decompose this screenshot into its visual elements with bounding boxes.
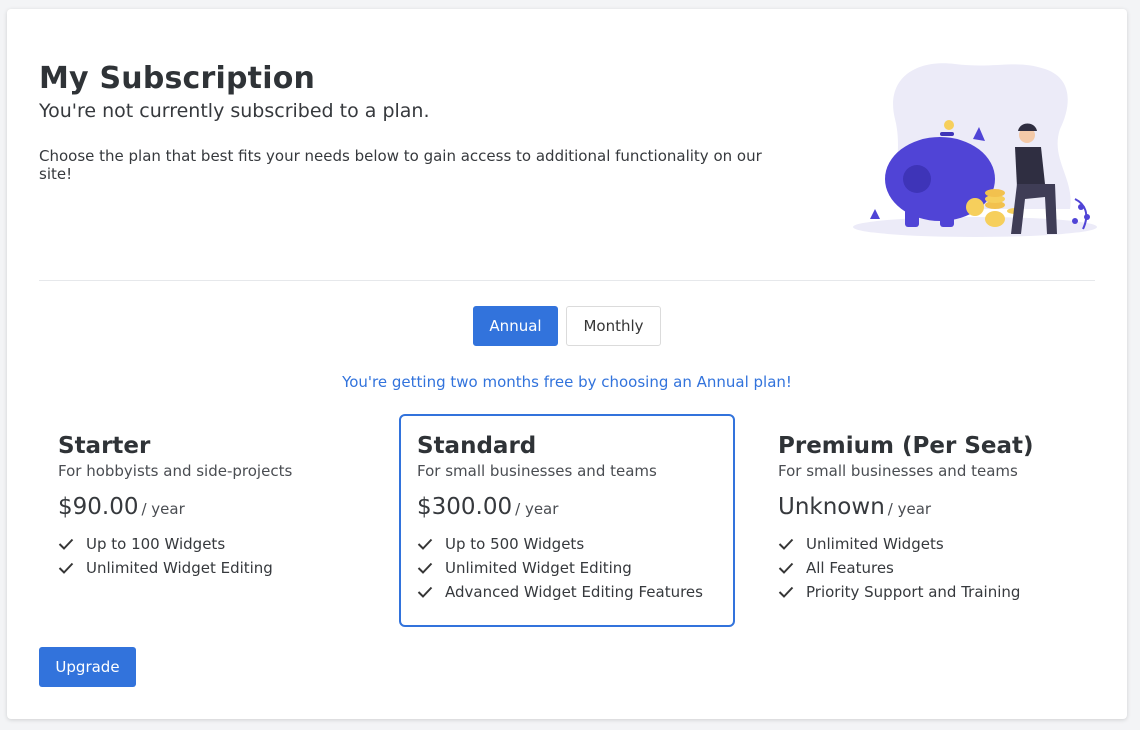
plan-name: Starter xyxy=(58,433,151,459)
feature-item: All Features xyxy=(778,556,1078,580)
header: My Subscription You're not currently sub… xyxy=(39,61,799,183)
feature-label: Advanced Widget Editing Features xyxy=(445,583,703,601)
feature-item: Unlimited Widgets xyxy=(778,532,1078,556)
subscription-status: You're not currently subscribed to a pla… xyxy=(39,100,430,122)
plan-name: Standard xyxy=(417,433,537,459)
feature-item: Priority Support and Training xyxy=(778,580,1078,604)
check-icon xyxy=(778,562,806,574)
plan-period: / year xyxy=(141,500,185,518)
plan-price: $300.00 xyxy=(417,494,513,520)
plan-price: Unknown xyxy=(778,494,885,520)
feature-list: Up to 100 Widgets Unlimited Widget Editi… xyxy=(58,532,358,580)
plan-card-starter[interactable]: Starter For hobbyists and side-projects … xyxy=(40,414,376,627)
plan-period: / year xyxy=(887,500,932,518)
check-icon xyxy=(778,538,806,550)
feature-list: Unlimited Widgets All Features Priority … xyxy=(778,532,1078,604)
price-row: $90.00 / year xyxy=(58,494,358,520)
feature-item: Up to 100 Widgets xyxy=(58,532,358,556)
upgrade-button[interactable]: Upgrade xyxy=(39,647,136,687)
feature-item: Advanced Widget Editing Features xyxy=(417,580,717,604)
feature-label: Up to 500 Widgets xyxy=(445,535,585,553)
price-row: $300.00 / year xyxy=(417,494,717,520)
feature-label: Priority Support and Training xyxy=(806,583,1021,601)
feature-label: Up to 100 Widgets xyxy=(86,535,226,553)
plan-description: For small businesses and teams xyxy=(778,462,1018,480)
check-icon xyxy=(58,538,86,550)
check-icon xyxy=(778,586,806,598)
feature-item: Up to 500 Widgets xyxy=(417,532,717,556)
plan-period: / year xyxy=(515,500,559,518)
check-icon xyxy=(58,562,86,574)
promo-text: You're getting two months free by choosi… xyxy=(342,373,792,391)
check-icon xyxy=(417,538,445,550)
feature-item: Unlimited Widget Editing xyxy=(417,556,717,580)
annual-toggle-button[interactable]: Annual xyxy=(473,306,558,346)
plan-name: Premium (Per Seat) xyxy=(778,433,1034,459)
feature-list: Up to 500 Widgets Unlimited Widget Editi… xyxy=(417,532,717,604)
plan-description: For hobbyists and side-projects xyxy=(58,462,293,480)
page-title: My Subscription xyxy=(39,61,316,96)
subscription-card: My Subscription You're not currently sub… xyxy=(7,9,1127,719)
check-icon xyxy=(417,586,445,598)
plan-description: For small businesses and teams xyxy=(417,462,657,480)
price-row: Unknown / year xyxy=(778,494,1078,520)
divider xyxy=(39,280,1095,281)
lead-text: Choose the plan that best fits your need… xyxy=(39,147,762,183)
plan-card-premium[interactable]: Premium (Per Seat) For small businesses … xyxy=(760,414,1096,627)
feature-item: Unlimited Widget Editing xyxy=(58,556,358,580)
feature-label: Unlimited Widget Editing xyxy=(445,559,632,577)
billing-toggle: Annual Monthly xyxy=(473,306,661,346)
piggy-bank-illustration xyxy=(845,59,1097,239)
plan-price: $90.00 xyxy=(58,494,139,520)
plan-card-standard[interactable]: Standard For small businesses and teams … xyxy=(399,414,735,627)
feature-label: Unlimited Widgets xyxy=(806,535,944,553)
monthly-toggle-button[interactable]: Monthly xyxy=(566,306,661,346)
check-icon xyxy=(417,562,445,574)
feature-label: All Features xyxy=(806,559,894,577)
feature-label: Unlimited Widget Editing xyxy=(86,559,273,577)
